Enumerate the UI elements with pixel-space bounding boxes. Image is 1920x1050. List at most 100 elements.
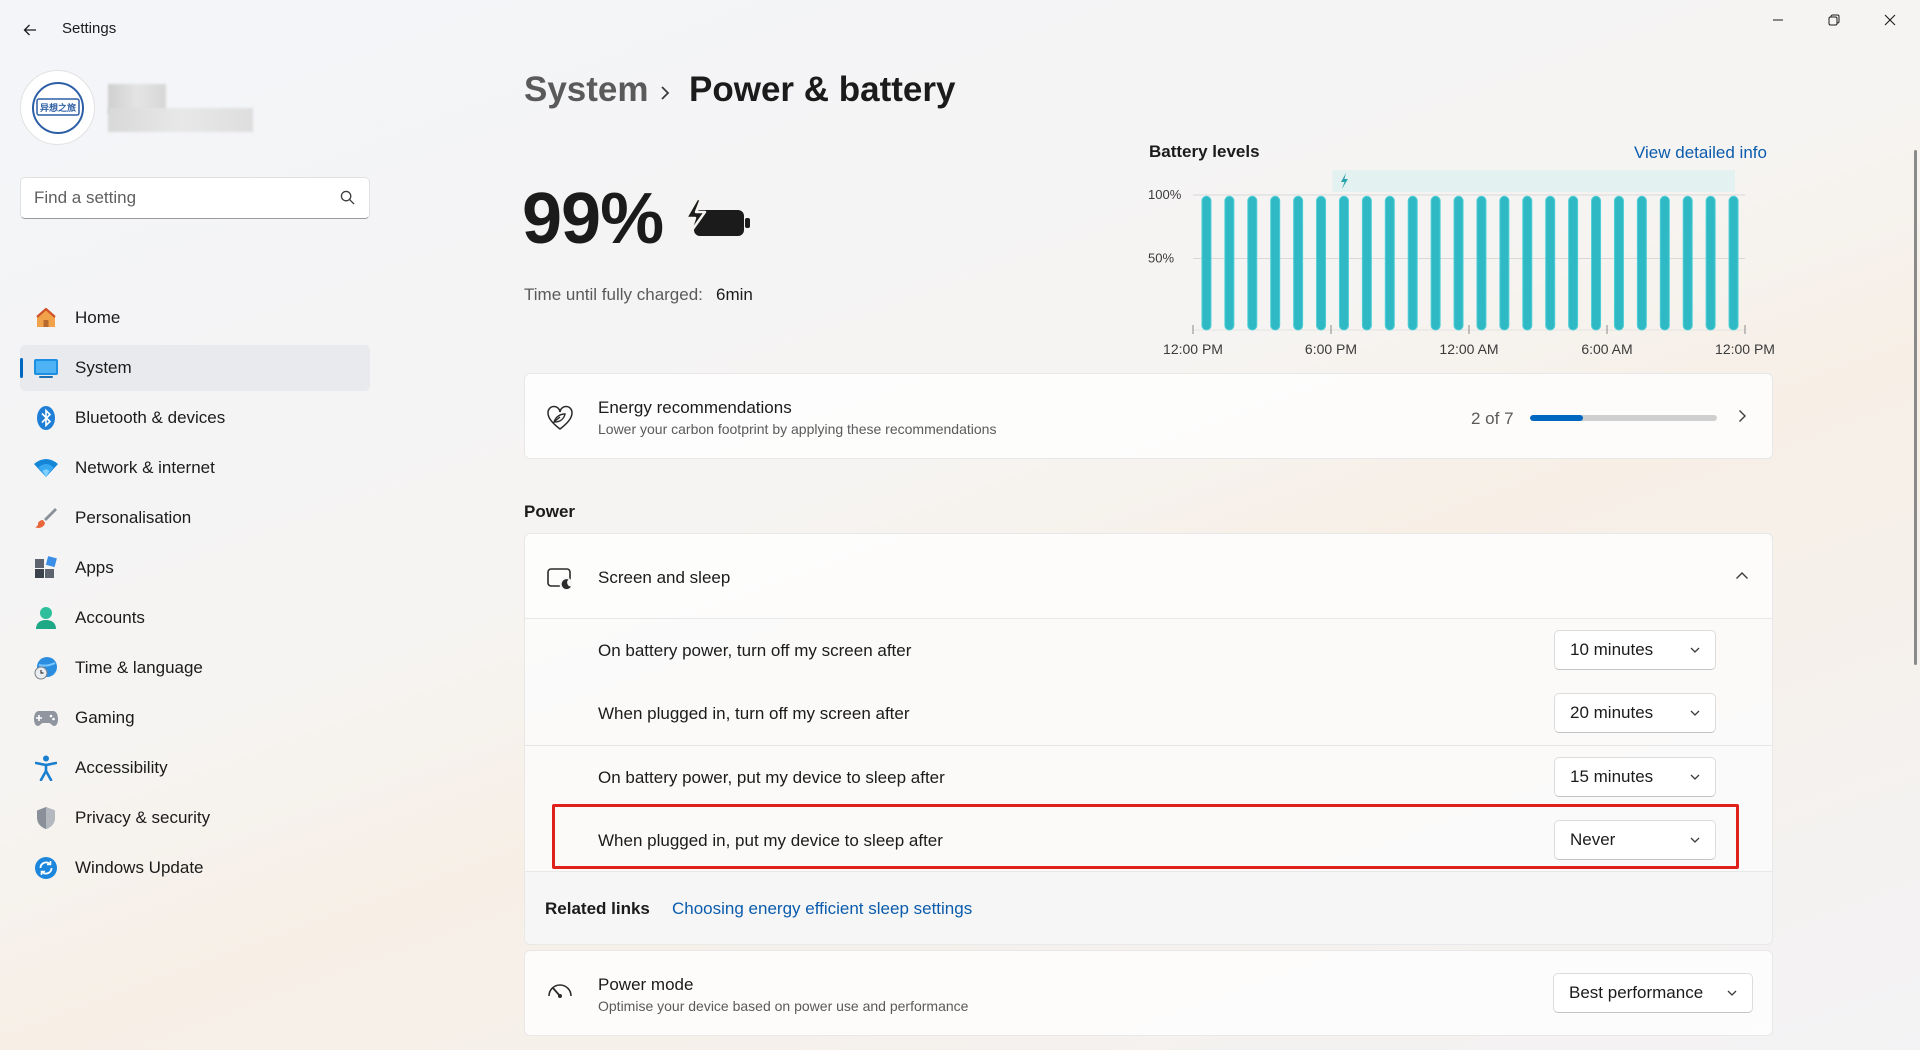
sidebar-item-label: Accessibility [75, 758, 168, 777]
person-icon [33, 605, 59, 631]
sidebar-item-label: Windows Update [75, 858, 204, 877]
setting-label: On battery power, turn off my screen aft… [598, 641, 912, 660]
battery-bar [1545, 195, 1556, 331]
energy-progress-fill [1530, 415, 1584, 421]
battery-percentage: 99% [522, 179, 664, 259]
chevron-down-icon [1690, 710, 1700, 716]
search-input[interactable] [34, 178, 334, 218]
search-box[interactable] [20, 177, 370, 219]
svg-text:异想之旅: 异想之旅 [39, 102, 75, 114]
chevron-right-icon[interactable] [1734, 408, 1750, 424]
chevron-down-icon [1690, 774, 1700, 780]
screen-and-sleep-title: Screen and sleep [598, 568, 731, 587]
user-email-blurred [108, 108, 253, 132]
energy-progress-bar [1530, 415, 1717, 421]
update-icon [33, 855, 59, 881]
battery-bar [1613, 195, 1624, 331]
sidebar-item-label: Bluetooth & devices [75, 408, 226, 427]
sidebar-item-label: Personalisation [75, 508, 192, 527]
leaf-heart-icon [547, 405, 573, 430]
sidebar-item-windows-update[interactable]: Windows Update [20, 845, 370, 891]
battery-levels-title: Battery levels [1149, 142, 1260, 161]
close-icon [1884, 14, 1896, 26]
x-tick-label: 6:00 AM [1581, 341, 1632, 355]
window-title: Settings [62, 20, 117, 37]
sidebar-item-apps[interactable]: Apps [20, 545, 370, 591]
wifi-icon [33, 455, 59, 481]
page-title: Power & battery [689, 70, 956, 109]
minimize-icon [1773, 19, 1783, 21]
restore-button[interactable] [1808, 6, 1860, 34]
sidebar-item-accounts[interactable]: Accounts [20, 595, 370, 641]
sidebar-item-time-language[interactable]: Time & language [20, 645, 370, 691]
battery-bar [1659, 195, 1670, 331]
avatar[interactable]: 异想之旅 [20, 70, 95, 145]
energy-sleep-settings-link[interactable]: Choosing energy efficient sleep settings [672, 899, 972, 919]
apps-icon [33, 555, 59, 581]
battery-bar [1407, 195, 1418, 331]
power-mode-title: Power mode [598, 975, 694, 994]
setting-label: On battery power, put my device to sleep… [598, 768, 945, 787]
battery-levels-chart[interactable]: 100% 50% 12:00 PM 6:00 PM 12:00 AM 6:00 AM 12:… [1140, 170, 1780, 355]
sidebar-item-personalisation[interactable]: Personalisation [20, 495, 370, 541]
sidebar-item-accessibility[interactable]: Accessibility [20, 745, 370, 791]
sidebar-item-gaming[interactable]: Gaming [20, 695, 370, 741]
screen-sleep-icon [547, 568, 573, 591]
charge-time-label: Time until fully charged: [524, 285, 703, 304]
battery-bar [1682, 195, 1693, 331]
search-icon[interactable] [340, 190, 355, 205]
chevron-down-icon [1727, 990, 1737, 996]
battery-screen-off-dropdown[interactable]: 10 minutes [1554, 630, 1716, 670]
home-icon [33, 305, 59, 331]
speedometer-icon [548, 984, 572, 998]
battery-bar [1270, 195, 1281, 331]
power-mode-dropdown[interactable]: Best performance [1553, 973, 1753, 1013]
charging-band [1332, 170, 1735, 192]
y-tick-label: 100% [1148, 187, 1182, 202]
energy-subtitle: Lower your carbon footprint by applying … [598, 421, 997, 437]
chevron-down-icon [1690, 647, 1700, 653]
breadcrumb-system[interactable]: System [524, 70, 649, 110]
battery-bar [1476, 195, 1487, 331]
close-button[interactable] [1864, 6, 1916, 34]
bluetooth-icon [33, 405, 59, 431]
dropdown-value: Best performance [1569, 983, 1704, 1002]
x-tick-label: 12:00 AM [1439, 341, 1498, 355]
battery-bar [1201, 195, 1212, 331]
battery-bar [1247, 195, 1258, 331]
energy-title: Energy recommendations [598, 398, 792, 417]
battery-bar [1430, 195, 1441, 331]
highlight-box [552, 804, 1739, 869]
battery-sleep-dropdown[interactable]: 15 minutes [1554, 757, 1716, 797]
title-bar: Settings [0, 0, 1920, 60]
battery-bar [1316, 195, 1327, 331]
dropdown-value: 10 minutes [1570, 640, 1654, 659]
view-detailed-info-link[interactable]: View detailed info [1634, 143, 1767, 163]
restore-icon [1828, 14, 1840, 26]
chevron-up-icon[interactable] [1734, 568, 1750, 584]
sidebar-item-system[interactable]: System [20, 345, 370, 391]
logo-icon: 异想之旅 [35, 97, 80, 116]
minimize-button[interactable] [1752, 6, 1804, 34]
sidebar-nav: Home System Bluetooth & devices Network … [20, 295, 370, 895]
shield-icon [33, 805, 59, 831]
chevron-right-icon [661, 86, 670, 100]
dropdown-value: 15 minutes [1570, 767, 1654, 786]
sidebar-item-home[interactable]: Home [20, 295, 370, 341]
x-tick-label: 6:00 PM [1305, 341, 1357, 355]
row-divider [525, 745, 1772, 746]
back-button[interactable] [14, 16, 46, 44]
sidebar-item-label: Privacy & security [75, 808, 211, 827]
y-tick-label: 50% [1148, 251, 1174, 266]
battery-bar [1499, 195, 1510, 331]
power-mode-subtitle: Optimise your device based on power use … [598, 998, 969, 1014]
sidebar-item-privacy[interactable]: Privacy & security [20, 795, 370, 841]
sidebar-item-label: Apps [75, 558, 114, 577]
sidebar-item-bluetooth[interactable]: Bluetooth & devices [20, 395, 370, 441]
arrow-left-icon [23, 24, 36, 36]
plugged-screen-off-dropdown[interactable]: 20 minutes [1554, 693, 1716, 733]
scrollbar[interactable] [1914, 150, 1917, 665]
dropdown-value: 20 minutes [1570, 703, 1654, 722]
sidebar-item-network[interactable]: Network & internet [20, 445, 370, 491]
sidebar-item-label: Gaming [75, 708, 135, 727]
